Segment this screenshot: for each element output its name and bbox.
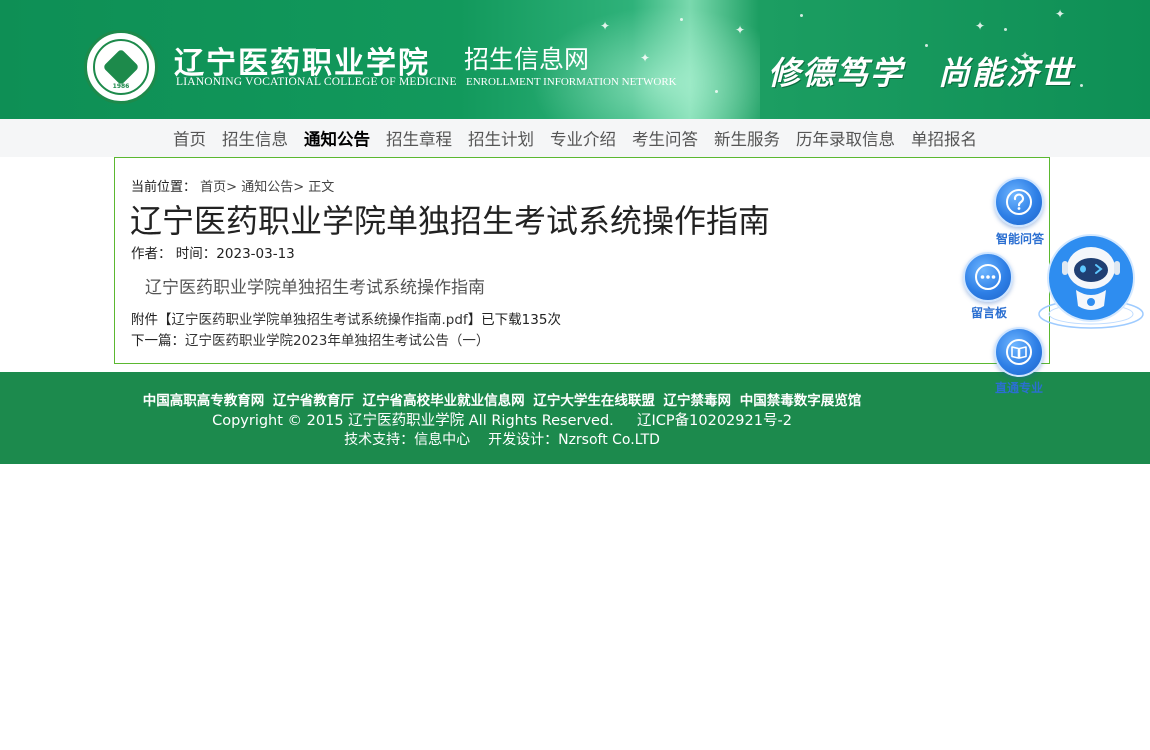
nav-item-plan[interactable]: 招生计划 [460,126,542,150]
nav-item-history[interactable]: 历年录取信息 [788,126,903,150]
robot-assistant-icon[interactable] [1036,234,1150,338]
footer-link[interactable]: 辽宁省教育厅 [273,393,354,409]
attachment-link[interactable]: 辽宁医药职业学院单独招生考试系统操作指南.pdf [172,312,468,328]
footer-links: 中国高职高专教育网 辽宁省教育厅 辽宁省高校毕业就业信息网 辽宁大学生在线联盟 … [0,389,1004,409]
site-header: ✦ ✦ ✦ ✦ ✦ ✦ 1986 辽宁医药职业学院 LIANONING VOCA… [0,0,1150,119]
book-icon [1006,339,1032,365]
article-title: 辽宁医药职业学院单独招生考试系统操作指南 [130,202,771,240]
icp-number[interactable]: 辽ICP备10202921号-2 [637,413,792,429]
site-footer: 中国高职高专教育网 辽宁省教育厅 辽宁省高校毕业就业信息网 辽宁大学生在线联盟 … [0,372,1150,464]
message-board-label[interactable]: 留言板 [971,304,1007,321]
attachment: 附件【辽宁医药职业学院单独招生考试系统操作指南.pdf】已下载135次 [131,308,561,328]
copyright-text: Copyright © 2015 辽宁医药职业学院 All Rights Res… [212,413,614,429]
footer-link[interactable]: 辽宁省高校毕业就业信息网 [363,393,525,409]
breadcrumb: 当前位置： 首页> 通知公告> 正文 [131,176,334,195]
school-name-en: LIANONING VOCATIONAL COLLEGE OF MEDICINE [176,76,457,88]
tech-info: 技术支持：信息中心 开发设计：Nzrsoft Co.LTD [0,429,1004,449]
article-panel: 当前位置： 首页> 通知公告> 正文 辽宁医药职业学院单独招生考试系统操作指南 … [114,157,1050,364]
article-body: 辽宁医药职业学院单独招生考试系统操作指南 [145,278,485,298]
direct-major-label[interactable]: 直通专业 [995,379,1043,396]
nav-item-freshman[interactable]: 新生服务 [706,126,788,150]
message-board-button[interactable] [963,252,1013,302]
college-seal-icon[interactable]: 1986 [84,30,158,104]
sparkle-dot [680,18,683,21]
seal-year: 1986 [112,83,130,90]
next-article: 下一篇：辽宁医药职业学院2023年单独招生考试公告（一） [131,329,489,349]
smart-qa-button[interactable] [994,177,1044,227]
nav-item-charter[interactable]: 招生章程 [378,126,460,150]
ellipsis-icon [975,264,1001,290]
nav-item-majors[interactable]: 专业介绍 [542,126,624,150]
seal-inner: 1986 [93,39,149,95]
author-label: 作者： [131,246,172,262]
sparkle-dot [715,90,718,93]
sparkle-dot [800,14,803,17]
breadcrumb-notices[interactable]: 通知公告> [241,180,304,195]
footer-link[interactable]: 中国禁毒数字展览馆 [740,393,862,409]
time-label: 时间： [175,246,217,262]
footer-link[interactable]: 辽宁大学生在线联盟 [533,393,655,409]
school-motto: 修德笃学 尚能济世 [768,54,1075,92]
breadcrumb-current: 正文 [308,180,335,195]
nav-item-qa[interactable]: 考生问答 [624,126,706,150]
question-icon [1006,189,1032,215]
sparkle-icon: ✦ [640,51,651,65]
article-meta: 作者： 时间：2023-03-13 [131,242,295,262]
breadcrumb-label: 当前位置： [131,180,197,195]
sparkle-icon: ✦ [975,19,986,33]
sparkle-icon: ✦ [1055,7,1066,21]
sparkle-dot [1080,84,1083,87]
breadcrumb-home[interactable]: 首页> [200,180,237,195]
seal-emblem [102,48,140,86]
site-name-en: ENROLLMENT INFORMATION NETWORK [466,76,677,88]
site-name-cn: 招生信息网 [464,45,590,74]
sparkle-dot [925,44,928,47]
nav-item-home[interactable]: 首页 [165,126,214,150]
robot-graphic [1038,234,1144,329]
nav-item-notices[interactable]: 通知公告 [296,126,378,150]
developer: 开发设计：Nzrsoft Co.LTD [488,432,660,448]
next-article-link[interactable]: 辽宁医药职业学院2023年单独招生考试公告（一） [185,333,489,349]
attachment-download-count: 】已下载135次 [467,312,561,328]
sparkle-icon: ✦ [600,19,611,33]
main-nav: 首页 招生信息 通知公告 招生章程 招生计划 专业介绍 考生问答 新生服务 历年… [0,119,1150,157]
publish-time: 2023-03-13 [216,246,295,262]
nav-item-admission-info[interactable]: 招生信息 [214,126,296,150]
footer-link[interactable]: 中国高职高专教育网 [143,393,265,409]
footer-link[interactable]: 辽宁禁毒网 [664,393,732,409]
tech-support: 技术支持：信息中心 [344,432,471,448]
attachment-prefix: 附件【 [131,312,172,328]
sparkle-icon: ✦ [735,23,746,37]
sparkle-dot [1004,28,1007,31]
next-label: 下一篇： [131,333,185,349]
copyright: Copyright © 2015 辽宁医药职业学院 All Rights Res… [0,409,1004,430]
nav-item-signup[interactable]: 单招报名 [903,126,985,150]
